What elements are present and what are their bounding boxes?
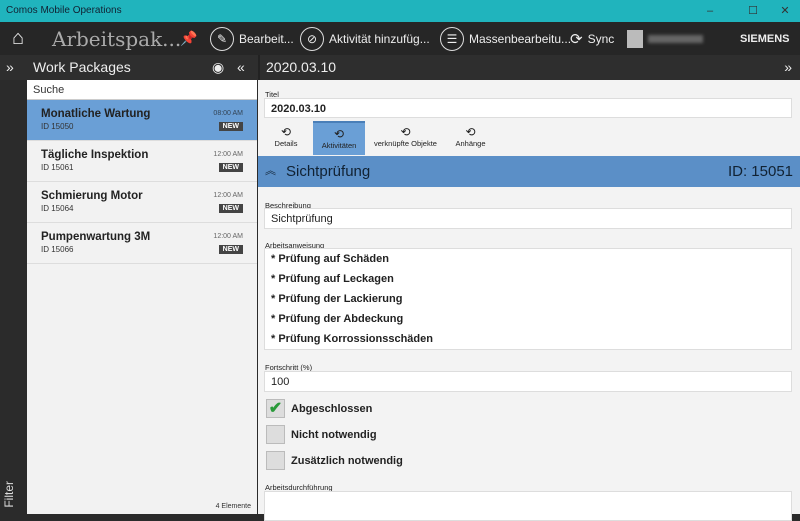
status-badge: NEW (218, 204, 243, 213)
tab-activities[interactable]: ⟲ Aktivitäten (313, 121, 365, 155)
maximize-button[interactable]: ☐ (738, 0, 768, 22)
item-count: 4 Elemente (215, 503, 251, 510)
list-item[interactable]: Monatliche Wartung ID 15050 08:00 AM NEW (27, 100, 257, 141)
instruction-line: * Prüfung der Abdeckung (271, 313, 404, 325)
instruction-field[interactable]: * Prüfung auf Schäden * Prüfung auf Leck… (264, 248, 792, 350)
pin-button[interactable]: 📌 (180, 22, 197, 55)
status-badge: NEW (218, 163, 243, 172)
left-header: » Work Packages ◉ « (0, 55, 258, 80)
search-input[interactable]: Suche (27, 80, 257, 100)
item-text: 12:00 AM (213, 151, 243, 158)
tab-linked-objects[interactable]: ⟲ verknüpfte Objekte (368, 121, 443, 155)
close-button[interactable]: ✕ (770, 0, 800, 22)
tab-icon: ⟲ (400, 125, 411, 139)
tab-details[interactable]: ⟲ Details (266, 121, 306, 155)
tab-label: Anhänge (455, 139, 486, 148)
sync-icon: ⟳ (570, 30, 583, 48)
expand-right-icon[interactable]: » (784, 55, 792, 80)
tab-icon: ⟲ (280, 125, 292, 139)
instruction-line: * Prüfung Korrossionsschäden (271, 333, 433, 345)
tab-icon: ⟲ (333, 127, 345, 141)
item-text: 08:00 AM (213, 110, 243, 117)
panel-title: Work Packages (33, 59, 131, 75)
user-profile[interactable] (627, 22, 703, 55)
add-activity-button[interactable]: ⊘ Aktivität hinzufüg... (300, 22, 430, 55)
user-name-blurred (648, 34, 703, 43)
instruction-line: * Prüfung auf Leckagen (271, 273, 394, 285)
instruction-line: * Prüfung auf Schäden (271, 253, 389, 265)
tab-icon: ⟲ (465, 125, 476, 139)
status-badge: NEW (218, 122, 243, 131)
collapse-up-icon[interactable]: ︽ (265, 156, 276, 187)
left-panel: Filter Suche Monatliche Wartung ID 15050 0… (0, 80, 258, 514)
item-text: 12:00 AM (213, 192, 243, 199)
detail-panel: Titel 2020.03.10 ⟲ Details ⟲ Aktivitäten ⟲… (258, 80, 800, 521)
edit-label: Bearbeit... (239, 31, 294, 46)
app-title: Arbeitspak... (52, 26, 182, 51)
status-badge: NEW (218, 245, 243, 254)
list-item[interactable]: Pumpenwartung 3M ID 15066 12:00 AM NEW (27, 223, 257, 264)
execution-field[interactable] (264, 491, 792, 521)
tab-label: verknüpfte Objekte (374, 139, 437, 148)
avatar (627, 29, 643, 48)
item-text: 12:00 AM (213, 233, 243, 240)
detail-title: 2020.03.10 (266, 59, 337, 75)
tab-label: Details (274, 139, 298, 148)
work-package-list: Suche Monatliche Wartung ID 15050 08:00 AM… (27, 80, 257, 514)
additionally-necessary-checkbox[interactable] (266, 451, 285, 470)
minimize-button[interactable]: – (695, 0, 725, 22)
home-button[interactable]: ⌂ (12, 22, 24, 55)
not-necessary-label: Nicht notwendig (291, 429, 377, 441)
bulk-edit-label: Massenbearbeitu... (469, 31, 572, 46)
edit-button[interactable]: ✎ Bearbeit... (210, 22, 294, 55)
description-field[interactable]: Sichtprüfung (264, 208, 792, 229)
tab-attachments[interactable]: ⟲ Anhänge (448, 121, 493, 155)
sync-label: Sync (587, 31, 615, 46)
eye-icon[interactable]: ◉ (212, 55, 224, 80)
toolbar: ⌂ Arbeitspak... 📌 ✎ Bearbeit... ⊘ Aktivitä… (0, 22, 800, 55)
bulk-edit-button[interactable]: ☰ Massenbearbeitu... (440, 22, 571, 55)
instruction-line: * Prüfung der Lackierung (271, 293, 403, 305)
pencil-icon: ✎ (210, 26, 234, 51)
progress-field[interactable]: 100 (264, 371, 792, 392)
section-title: Sichtprüfung (286, 163, 371, 180)
siemens-logo: SIEMENS (740, 32, 790, 45)
expand-icon[interactable]: » (6, 55, 14, 80)
completed-label: Abgeschlossen (291, 403, 373, 415)
list-item[interactable]: Schmierung Motor ID 15064 12:00 AM NEW (27, 182, 257, 223)
add-activity-label: Aktivität hinzufüg... (329, 31, 430, 46)
list-edit-icon: ☰ (440, 26, 464, 51)
home-icon: ⌂ (12, 27, 25, 49)
filter-toggle[interactable]: Filter (2, 481, 16, 508)
tab-label: Aktivitäten (321, 141, 357, 150)
title-bar: Comos Mobile Operations (0, 0, 800, 22)
completed-checkbox[interactable]: ✔ (266, 399, 285, 418)
add-activity-icon: ⊘ (300, 26, 324, 51)
section-header[interactable]: ︽ Sichtprüfung ID: 15051 (258, 156, 800, 187)
section-id: ID: 15051 (727, 163, 793, 180)
list-item[interactable]: Tägliche Inspektion ID 15061 12:00 AM NEW (27, 141, 257, 182)
not-necessary-checkbox[interactable] (266, 425, 285, 444)
pin-icon: 📌 (180, 30, 198, 46)
right-header: 2020.03.10 » (258, 55, 800, 80)
title-field[interactable]: 2020.03.10 (264, 98, 792, 118)
additionally-necessary-label: Zusätzlich notwendig (291, 455, 403, 467)
collapse-icon[interactable]: « (237, 55, 245, 80)
window-title: Comos Mobile Operations (6, 5, 122, 16)
sync-button[interactable]: ⟳ Sync (570, 22, 614, 55)
